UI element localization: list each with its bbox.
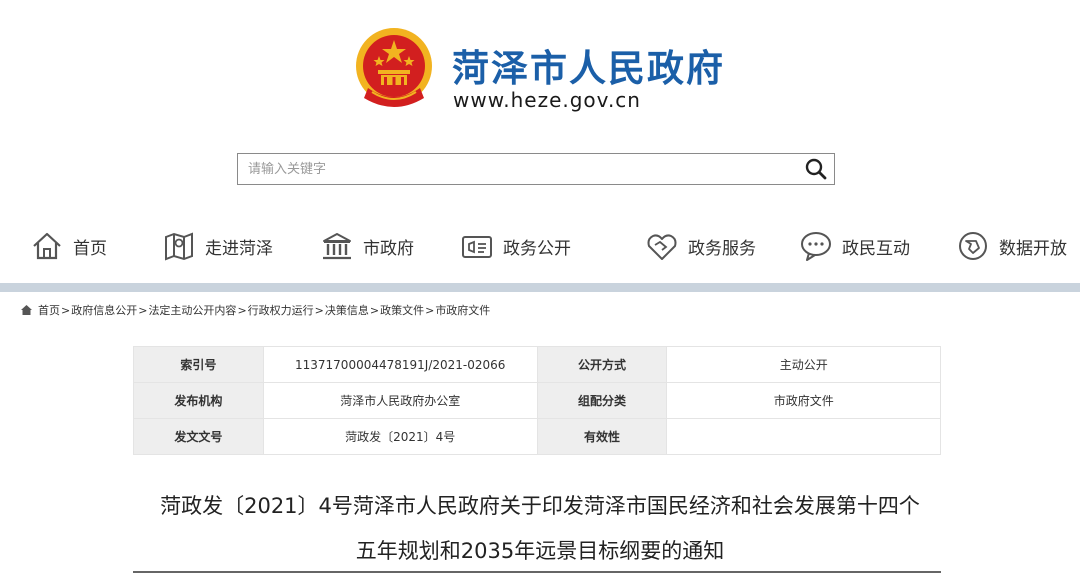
nav-divider-bar xyxy=(0,283,1080,292)
nav-item-home[interactable]: 首页 xyxy=(30,218,107,274)
chat-icon xyxy=(801,232,831,261)
breadcrumb-separator: > xyxy=(61,303,71,317)
government-building-icon xyxy=(323,233,351,260)
table-key: 组配分类 xyxy=(536,382,668,419)
nav-label: 政务服务 xyxy=(688,238,756,259)
breadcrumb: 首页 > 政府信息公开 > 法定主动公开内容 > 行政权力运行 > 决策信息 >… xyxy=(20,302,490,318)
breadcrumb-separator: > xyxy=(369,303,380,317)
table-key: 发文文号 xyxy=(133,418,264,455)
handshake-icon xyxy=(647,234,677,260)
national-emblem-icon[interactable] xyxy=(354,26,434,112)
table-value xyxy=(666,418,941,455)
table-value: 主动公开 xyxy=(666,346,941,383)
table-row: 索引号 11371700004478191J/2021-02066 公开方式 主… xyxy=(133,346,941,383)
search-input[interactable] xyxy=(238,154,798,184)
home-icon xyxy=(21,305,32,315)
nav-label: 政民互动 xyxy=(842,238,910,259)
nav-label: 政务公开 xyxy=(503,238,571,259)
search-bar xyxy=(237,153,835,185)
table-value: 11371700004478191J/2021-02066 xyxy=(262,346,538,383)
home-icon xyxy=(33,232,61,260)
breadcrumb-item-statutory-content[interactable]: 法定主动公开内容 xyxy=(148,302,236,318)
nav-item-government-affairs-disclosure[interactable]: 政务公开 xyxy=(460,218,571,274)
nav-label: 市政府 xyxy=(363,238,414,259)
site-name[interactable]: 菏泽市人民政府 xyxy=(452,38,725,92)
breadcrumb-item-city-gov-documents[interactable]: 市政府文件 xyxy=(435,302,490,318)
breadcrumb-separator: > xyxy=(138,303,148,317)
nav-item-open-data[interactable]: 数据开放 xyxy=(956,218,1067,274)
breadcrumb-separator: > xyxy=(237,303,247,317)
breadcrumb-item-home[interactable]: 首页 xyxy=(38,302,60,318)
nav-item-citizen-interaction[interactable]: 政民互动 xyxy=(799,218,910,274)
nav-item-about-heze[interactable]: 走进菏泽 xyxy=(162,218,273,274)
table-key: 发布机构 xyxy=(133,382,264,419)
table-row: 发布机构 菏泽市人民政府办公室 组配分类 市政府文件 xyxy=(133,382,941,419)
breadcrumb-item-administrative-power[interactable]: 行政权力运行 xyxy=(248,302,314,318)
table-value: 菏政发〔2021〕4号 xyxy=(262,418,538,455)
breadcrumb-item-info-disclosure[interactable]: 政府信息公开 xyxy=(71,302,137,318)
announcement-icon xyxy=(462,236,492,258)
document-title-line-2: 五年规划和2035年远景目标纲要的通知 xyxy=(355,539,725,563)
document-title-line-1: 菏政发〔2021〕4号菏泽市人民政府关于印发菏泽市国民经济和社会发展第十四个 xyxy=(160,494,920,518)
table-value: 市政府文件 xyxy=(666,382,941,419)
table-key: 有效性 xyxy=(536,418,668,455)
table-key: 公开方式 xyxy=(536,346,668,383)
site-header: 菏泽市人民政府 www.heze.gov.cn xyxy=(0,0,1080,140)
table-key: 索引号 xyxy=(133,346,264,383)
breadcrumb-separator: > xyxy=(314,303,324,317)
site-url[interactable]: www.heze.gov.cn xyxy=(453,88,641,112)
nav-label: 首页 xyxy=(73,238,107,259)
map-icon xyxy=(165,232,193,261)
nav-label: 走进菏泽 xyxy=(205,238,273,259)
data-globe-icon xyxy=(959,232,987,260)
search-icon[interactable] xyxy=(804,157,828,181)
main-nav: 首页 走进菏泽 市政府 政务公开 政务服务 政民互动 数据开放 xyxy=(0,218,1080,274)
nav-label: 数据开放 xyxy=(999,238,1067,259)
nav-item-city-government[interactable]: 市政府 xyxy=(320,218,414,274)
breadcrumb-item-policy-documents[interactable]: 政策文件 xyxy=(380,302,424,318)
breadcrumb-separator: > xyxy=(425,303,435,317)
document-title: 菏政发〔2021〕4号菏泽市人民政府关于印发菏泽市国民经济和社会发展第十四个 五… xyxy=(60,484,1020,573)
nav-item-government-services[interactable]: 政务服务 xyxy=(645,218,756,274)
table-row: 发文文号 菏政发〔2021〕4号 有效性 xyxy=(133,418,941,455)
table-value: 菏泽市人民政府办公室 xyxy=(262,382,538,419)
document-metadata-table: 索引号 11371700004478191J/2021-02066 公开方式 主… xyxy=(133,346,941,455)
breadcrumb-item-decision-info[interactable]: 决策信息 xyxy=(325,302,369,318)
